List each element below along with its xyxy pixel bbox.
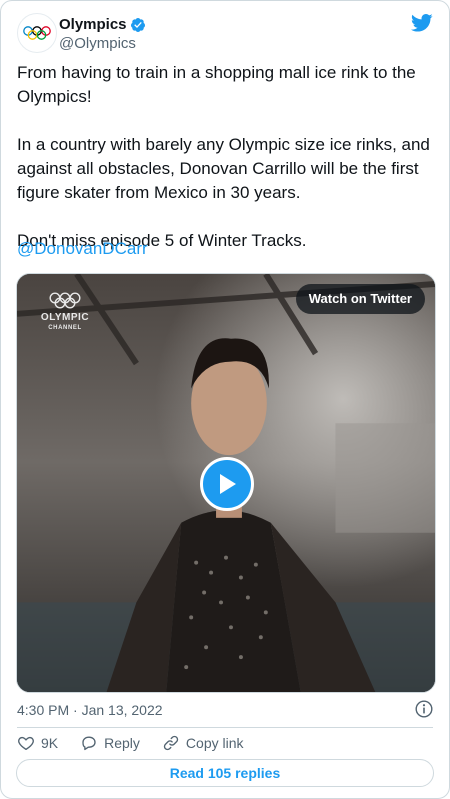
play-button[interactable] (200, 457, 254, 511)
tweet-card: Olympics @Olympics From having to train … (0, 0, 450, 799)
play-icon (220, 474, 236, 494)
twitter-bird-icon[interactable] (411, 13, 433, 33)
verified-badge-icon (130, 17, 145, 32)
display-name[interactable]: Olympics (59, 15, 146, 34)
author-block[interactable]: Olympics @Olympics (59, 15, 146, 53)
video-player[interactable]: OLYMPIC CHANNEL Watch on Twitter (16, 273, 436, 693)
avatar[interactable] (17, 13, 57, 53)
olympic-rings-icon (49, 292, 81, 309)
heart-icon (18, 736, 34, 751)
divider (17, 727, 433, 728)
channel-word-2: CHANNEL (48, 325, 82, 331)
watch-on-twitter-button[interactable]: Watch on Twitter (295, 284, 425, 314)
channel-word-1: OLYMPIC (40, 312, 90, 323)
like-count: 9K (41, 735, 59, 751)
reply-bubble-icon (82, 736, 96, 751)
like-button[interactable]: 9K (17, 733, 58, 753)
tweet-header: Olympics @Olympics (17, 13, 435, 53)
copy-link-label: Copy link (185, 735, 244, 751)
mention-link[interactable]: @DonovanDCarr (17, 237, 148, 261)
info-icon[interactable] (415, 700, 433, 718)
action-bar: 9K Reply Copy link (17, 733, 266, 753)
tweet-timestamp[interactable]: 4:30 PM · Jan 13, 2022 (17, 701, 163, 719)
user-handle[interactable]: @Olympics (59, 34, 146, 53)
olympic-channel-logo: OLYMPIC CHANNEL (35, 292, 95, 332)
display-name-text: Olympics (59, 16, 127, 33)
read-replies-button[interactable]: Read 105 replies (16, 759, 434, 787)
link-icon (163, 735, 179, 751)
olympic-rings-icon (23, 26, 51, 40)
copy-link-button[interactable]: Copy link (162, 733, 244, 753)
reply-button[interactable]: Reply (80, 733, 140, 753)
reply-label: Reply (104, 735, 140, 751)
